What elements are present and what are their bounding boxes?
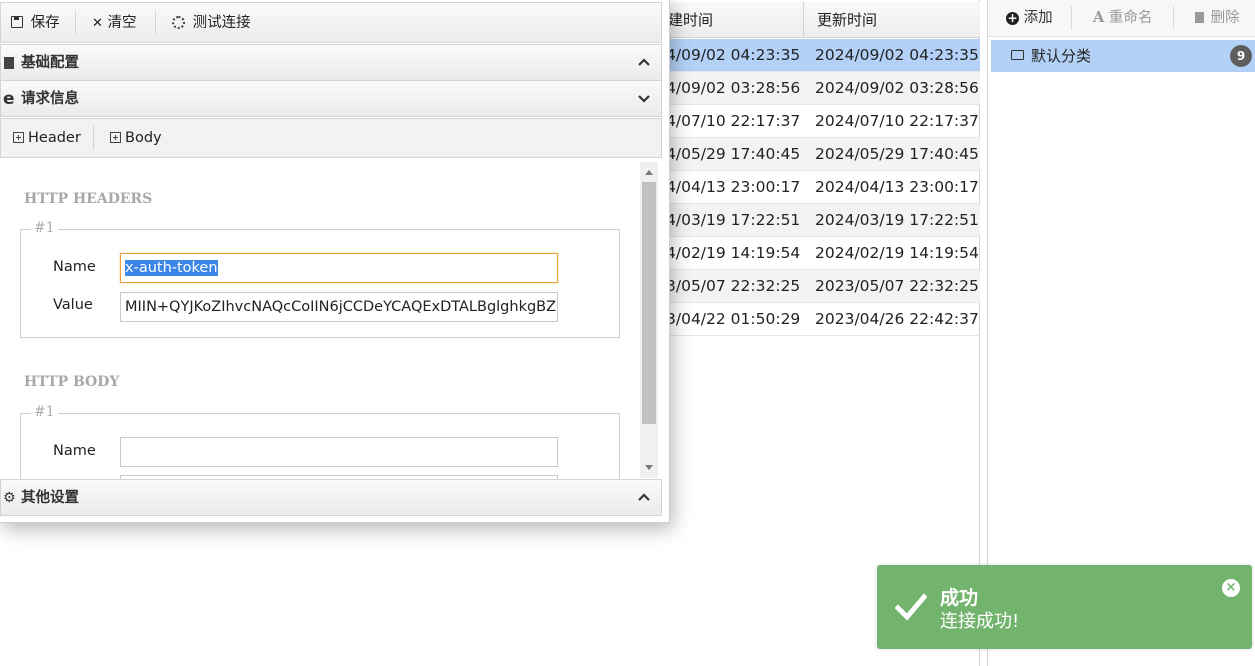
chevron-up-icon (638, 493, 650, 501)
tab-body[interactable]: Body (110, 119, 162, 157)
cell-updated-time: 2024/05/29 17:40:45 (815, 145, 979, 163)
delete-category-button[interactable]: 删除 (1195, 0, 1240, 36)
table-row[interactable]: 4/02/19 14:19:54 2024/02/19 14:19:54 (660, 237, 980, 270)
cell-created-time: 3/05/07 22:32:25 (666, 277, 801, 295)
cell-created-time: 4/04/13 23:00:17 (666, 178, 801, 196)
test-connection-button[interactable]: 测试连接 (172, 3, 251, 43)
column-header-created[interactable]: 建时间 (668, 2, 804, 38)
section-other-settings[interactable]: ⚙ 其他设置 (0, 479, 662, 516)
toast-title: 成功 (940, 587, 979, 609)
name-label: Name (53, 259, 96, 275)
cell-updated-time: 2024/09/02 04:23:35 (815, 46, 979, 64)
fieldset-legend: #1 (31, 404, 58, 420)
add-category-button[interactable]: + 添加 (1006, 0, 1053, 36)
save-button[interactable]: 保存 (11, 3, 60, 43)
http-headers-title: HTTP HEADERS (24, 191, 153, 207)
scrollbar-thumb[interactable] (642, 182, 656, 424)
checkmark-icon (895, 593, 927, 621)
cell-created-time: 4/09/02 04:23:35 (666, 46, 801, 64)
body-name-input[interactable] (120, 437, 558, 467)
section-request-info[interactable]: e 请求信息 (0, 80, 662, 117)
scroll-up-arrow-icon[interactable] (645, 170, 653, 175)
body-fieldset: #1 Name (20, 404, 620, 479)
category-toolbar: + 添加 A 重命名 删除 (988, 0, 1255, 37)
rename-category-button[interactable]: A 重命名 (1093, 0, 1152, 36)
section-basic-config[interactable]: 基础配置 (0, 44, 662, 81)
save-icon (11, 16, 23, 28)
request-content: HTTP HEADERS #1 Name x-auth-token Value … (0, 159, 640, 479)
table-row[interactable]: 4/09/02 03:28:56 2024/09/02 03:28:56 (660, 72, 980, 105)
cell-created-time: 4/03/19 17:22:51 (666, 211, 801, 229)
chevron-up-icon (638, 58, 650, 66)
cell-updated-time: 2024/03/19 17:22:51 (815, 211, 979, 229)
gears-icon: ⚙ (3, 490, 16, 506)
table-row[interactable]: 4/05/29 17:40:45 2024/05/29 17:40:45 (660, 138, 980, 171)
column-header-updated[interactable]: 更新时间 (805, 2, 980, 38)
plus-circle-icon: + (1006, 11, 1019, 25)
table-row[interactable]: 3/05/07 22:32:25 2023/05/07 22:32:25 (660, 270, 980, 303)
tab-divider (93, 126, 94, 150)
document-icon (4, 57, 14, 69)
connection-dialog: 保存 ✕ 清空 测试连接 基础配置 e 请求信息 Header Body HTT… (0, 0, 670, 523)
trash-icon (1195, 12, 1204, 23)
spinner-icon (172, 16, 185, 29)
success-toast: 成功 连接成功! × (877, 565, 1252, 649)
folder-icon (1011, 50, 1024, 60)
toolbar-divider (155, 11, 156, 35)
dialog-toolbar: 保存 ✕ 清空 测试连接 (0, 2, 662, 43)
plus-square-icon (110, 132, 121, 143)
table-row[interactable]: 4/03/19 17:22:51 2024/03/19 17:22:51 (660, 204, 980, 237)
plus-square-icon (13, 132, 24, 143)
close-icon: ✕ (92, 16, 103, 31)
header-fieldset: #1 Name x-auth-token Value MIIN+QYJKoZIh… (20, 220, 620, 338)
font-icon: A (1093, 9, 1105, 26)
name-label: Name (53, 443, 96, 459)
cell-updated-time: 2023/05/07 22:32:25 (815, 277, 979, 295)
header-name-input[interactable]: x-auth-token (120, 253, 558, 283)
close-icon[interactable]: × (1222, 579, 1240, 597)
scroll-down-arrow-icon[interactable] (645, 465, 653, 470)
http-body-title: HTTP BODY (24, 374, 120, 390)
cell-updated-time: 2024/07/10 22:17:37 (815, 112, 979, 130)
clear-button[interactable]: ✕ 清空 (92, 3, 137, 43)
cell-created-time: 4/05/29 17:40:45 (666, 145, 801, 163)
chevron-down-icon (638, 95, 650, 103)
category-item-default[interactable]: 默认分类 9 (991, 40, 1255, 72)
cell-updated-time: 2024/09/02 03:28:56 (815, 79, 979, 97)
table-row[interactable]: 4/04/13 23:00:17 2024/04/13 23:00:17 (660, 171, 980, 204)
cell-created-time: 4/02/19 14:19:54 (666, 244, 801, 262)
header-value-input[interactable]: MIIN+QYJKoZIhvcNAQcCoIIN6jCCDeYCAQExDTAL… (120, 292, 558, 322)
category-label: 默认分类 (1031, 47, 1092, 65)
tab-header[interactable]: Header (13, 119, 81, 157)
cell-created-time: 4/07/10 22:17:37 (666, 112, 801, 130)
cell-created-time: 4/09/02 03:28:56 (666, 79, 801, 97)
count-badge: 9 (1230, 45, 1252, 67)
fieldset-legend: #1 (31, 220, 58, 236)
toolbar-divider (1173, 6, 1174, 30)
table-header: 建时间 更新时间 (660, 2, 980, 38)
toolbar-divider (1071, 6, 1072, 30)
cell-updated-time: 2024/04/13 23:00:17 (815, 178, 979, 196)
toast-message: 连接成功! (940, 611, 1020, 632)
cell-updated-time: 2023/04/26 22:42:37 (815, 310, 979, 328)
table-row[interactable]: 4/07/10 22:17:37 2024/07/10 22:17:37 (660, 105, 980, 138)
content-scrollbar[interactable] (640, 162, 658, 478)
table-row[interactable]: 4/09/02 04:23:35 2024/09/02 04:23:35 (660, 39, 980, 72)
cell-updated-time: 2024/02/19 14:19:54 (815, 244, 979, 262)
cell-created-time: 3/04/22 01:50:29 (666, 310, 801, 328)
toolbar-divider (75, 11, 76, 35)
value-label: Value (53, 297, 93, 313)
request-subtabs: Header Body (0, 118, 662, 158)
browser-e-icon: e (3, 89, 15, 109)
table-row[interactable]: 3/04/22 01:50:29 2023/04/26 22:42:37 (660, 303, 980, 336)
